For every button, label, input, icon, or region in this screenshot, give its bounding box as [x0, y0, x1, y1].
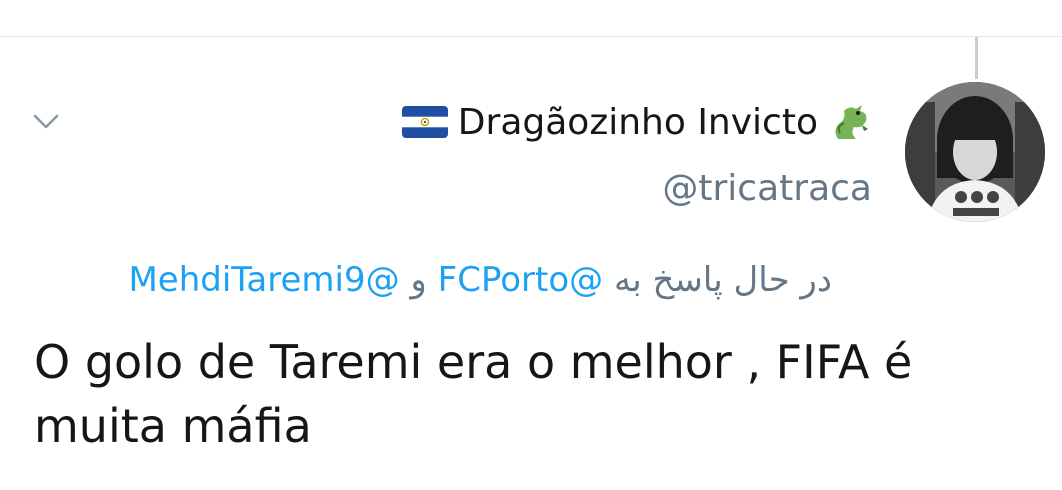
top-divider — [0, 36, 1062, 37]
author-display-name[interactable]: Dragãozinho Invicto — [458, 102, 818, 143]
mention-mehditaremi9[interactable]: @MehdiTaremi9 — [128, 260, 399, 300]
dragon-icon — [828, 99, 874, 145]
replying-to-line: در حال پاسخ به @FCPorto و @MehdiTaremi9 — [128, 260, 832, 300]
author-handle[interactable]: @tricatraca — [662, 168, 872, 209]
el-salvador-flag-icon — [401, 106, 448, 138]
tweet-text: O golo de Taremi era o melhor , FIFA é m… — [34, 335, 913, 453]
author-name-row[interactable]: Dragãozinho Invicto — [401, 96, 874, 148]
replying-to-prefix: در حال پاسخ به — [613, 260, 832, 300]
mention-fcporto[interactable]: @FCPorto — [438, 260, 604, 300]
replying-to-conjunction: و — [410, 260, 427, 300]
avatar[interactable] — [905, 82, 1045, 222]
thread-connector-line — [975, 37, 978, 79]
chevron-down-icon[interactable] — [31, 110, 61, 134]
